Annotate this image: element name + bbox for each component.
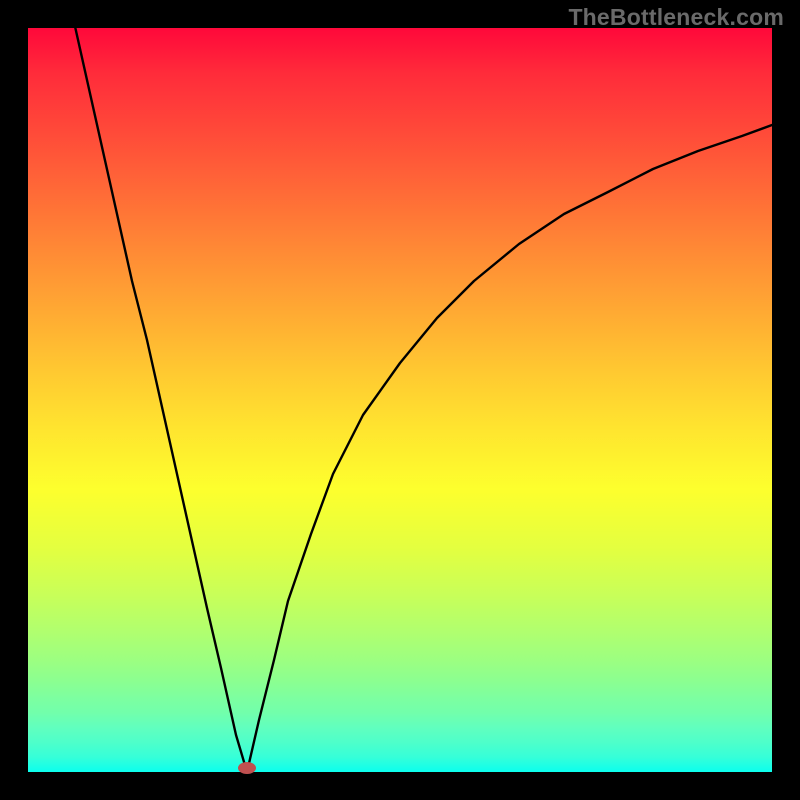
chart-container: TheBottleneck.com — [0, 0, 800, 800]
curve-right-branch-line — [247, 125, 772, 772]
plot-area — [28, 28, 772, 772]
watermark-text: TheBottleneck.com — [568, 4, 784, 31]
chart-svg — [28, 28, 772, 772]
curve-left-branch — [72, 13, 247, 772]
minimum-marker — [238, 762, 256, 774]
curve-right-branch — [247, 125, 772, 772]
